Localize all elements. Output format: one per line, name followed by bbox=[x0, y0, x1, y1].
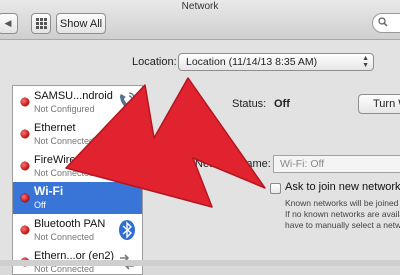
grid-icon bbox=[35, 18, 47, 29]
search-icon bbox=[378, 17, 388, 27]
firewire-icon bbox=[120, 156, 134, 174]
bottom-bar bbox=[0, 260, 400, 266]
network-pane: Location: Location (11/14/13 8:35 AM) ▲ ▼… bbox=[0, 40, 400, 275]
service-name: Bluetooth PAN bbox=[34, 218, 106, 230]
service-name: Ethernet bbox=[34, 122, 76, 134]
window-title: Network bbox=[181, 1, 219, 12]
status-dot-icon bbox=[21, 194, 29, 202]
bluetooth-icon bbox=[119, 220, 135, 240]
status-label: Status: bbox=[232, 98, 267, 110]
service-name: SAMSU...ndroid bbox=[34, 90, 113, 102]
network-name-label: Network Name: bbox=[195, 158, 271, 170]
show-all-button[interactable]: Show All bbox=[56, 13, 106, 34]
location-value: Location (11/14/13 8:35 AM) bbox=[186, 56, 318, 68]
service-status: Off bbox=[34, 200, 46, 210]
help-text-line: have to manually select a networ bbox=[285, 220, 400, 230]
ask-to-join-label: Ask to join new networks bbox=[285, 181, 400, 193]
back-button[interactable]: ◀ bbox=[0, 13, 18, 34]
network-name-select[interactable]: Wi-Fi: Off bbox=[273, 155, 400, 173]
select-arrows-icon: ▲ ▼ bbox=[362, 55, 369, 69]
service-name: Wi-Fi bbox=[34, 184, 64, 198]
service-item-wifi[interactable]: Wi-Fi Off bbox=[13, 182, 142, 214]
status-dot-icon bbox=[21, 162, 29, 170]
status-dot-icon bbox=[21, 226, 29, 234]
service-status: Not Connected bbox=[34, 136, 95, 146]
phone-icon bbox=[120, 92, 135, 111]
service-item-firewire[interactable]: FireWire Not Connected bbox=[13, 150, 142, 182]
grid-view-button[interactable] bbox=[31, 13, 51, 34]
location-label: Location: bbox=[132, 56, 177, 68]
status-value: Off bbox=[274, 98, 290, 110]
service-status: Not Connected bbox=[34, 232, 95, 242]
service-item-samsung[interactable]: SAMSU...ndroid Not Configured bbox=[13, 86, 142, 118]
service-list: SAMSU...ndroid Not Configured Ethernet N… bbox=[12, 85, 143, 275]
chevron-left-icon: ◀ bbox=[4, 18, 12, 28]
status-dot-icon bbox=[21, 98, 29, 106]
location-select[interactable]: Location (11/14/13 8:35 AM) ▲ ▼ bbox=[178, 53, 374, 71]
window-toolbar: Network ◀ Show All bbox=[0, 0, 400, 40]
service-name: FireWire bbox=[34, 154, 76, 166]
service-status: Not Configured bbox=[34, 104, 95, 114]
search-field[interactable] bbox=[372, 13, 400, 33]
service-status: Not Connected bbox=[34, 168, 95, 178]
turn-wifi-button[interactable]: Turn Wi bbox=[358, 94, 400, 114]
help-text-line: Known networks will be joined a bbox=[285, 198, 400, 208]
service-item-bluetooth-pan[interactable]: Bluetooth PAN Not Connected bbox=[13, 214, 142, 246]
ethernet-icon bbox=[120, 126, 134, 142]
help-text-line: If no known networks are availa bbox=[285, 209, 400, 219]
ask-to-join-checkbox[interactable] bbox=[270, 183, 281, 194]
service-item-ethernet[interactable]: Ethernet Not Connected bbox=[13, 118, 142, 150]
status-dot-icon bbox=[21, 130, 29, 138]
